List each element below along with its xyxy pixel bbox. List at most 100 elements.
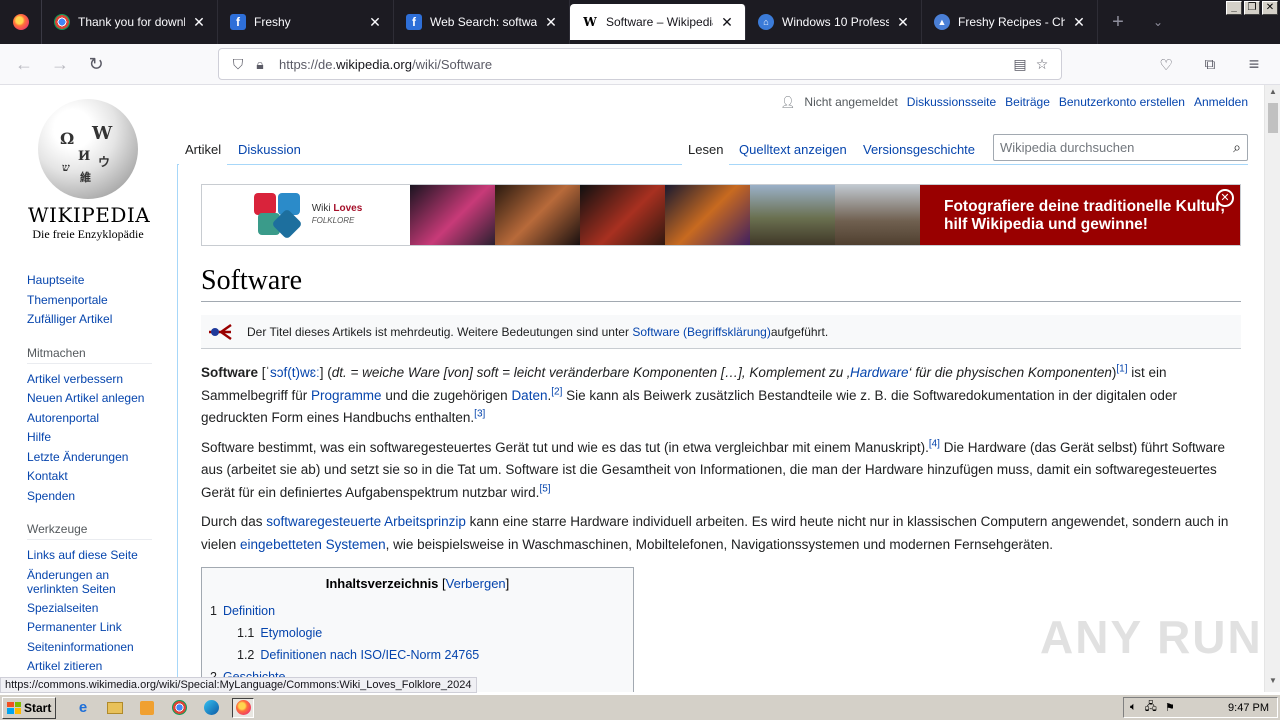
puzzle-heart-icon	[250, 191, 306, 240]
restore-icon[interactable]: ❐	[1244, 1, 1260, 15]
sidebar-link[interactable]: Autorenportal	[27, 409, 167, 429]
toc-item[interactable]: 1 Definition	[210, 600, 625, 622]
close-tab-icon[interactable]: ✕	[191, 14, 207, 31]
close-window-icon[interactable]: ✕	[1262, 1, 1278, 15]
sidebar-link[interactable]: Links auf diese Seite	[27, 546, 167, 566]
tracking-shield-icon[interactable]: ⛉	[227, 56, 249, 73]
network-icon[interactable]: 🖧	[1145, 698, 1157, 717]
flag-icon[interactable]: ⚑	[1165, 701, 1175, 714]
reference-link[interactable]: [5]	[539, 483, 550, 494]
banner-close-icon[interactable]: ✕	[1216, 189, 1234, 207]
reference-link[interactable]: [3]	[474, 409, 485, 420]
hamburger-menu-icon[interactable]: ≡	[1236, 49, 1272, 81]
clock[interactable]: 9:47 PM	[1228, 702, 1269, 714]
close-tab-icon[interactable]: ✕	[543, 14, 559, 31]
anyrun-watermark: ANY RUN	[1040, 611, 1263, 663]
edge-icon[interactable]	[200, 698, 222, 718]
scroll-up-icon[interactable]: ▲	[1265, 87, 1280, 101]
sidebar-link[interactable]: Änderungen an verlinkten Seiten	[27, 566, 127, 599]
tab-view-source[interactable]: Quelltext anzeigen	[733, 133, 853, 165]
sidebar-link[interactable]: Themenportale	[27, 291, 167, 311]
sidebar-link[interactable]: Neuen Artikel anlegen	[27, 389, 167, 409]
reference-link[interactable]: [2]	[551, 386, 562, 397]
talk-page-link[interactable]: Diskussionsseite	[907, 95, 996, 109]
wikipedia-logo[interactable]: Ω W И ウ ש 維 WIKIPEDIA Die freie Enzyklop…	[28, 99, 150, 242]
sidebar-link[interactable]: Spezialseiten	[27, 599, 167, 619]
back-arrow-icon[interactable]: ←	[6, 48, 42, 80]
paragraph: Durch das softwaregesteuerte Arbeitsprin…	[201, 511, 1241, 556]
search-icon[interactable]: ⌕	[1233, 139, 1241, 156]
sidebar-link[interactable]: Hauptseite	[27, 271, 167, 291]
reference-link[interactable]: [4]	[929, 438, 940, 449]
browser-tab[interactable]: ▲ Freshy Recipes - Chinese ✕	[922, 0, 1098, 44]
toc-number: 1.2	[237, 648, 255, 662]
browser-tab[interactable]: ⌂ Windows 10 Professional ✕	[746, 0, 922, 44]
volume-icon[interactable]: 🔈︎	[1130, 701, 1137, 714]
new-tab-plus-icon[interactable]: +	[1098, 0, 1138, 44]
firefox-taskbar-icon[interactable]	[232, 697, 254, 718]
close-tab-icon[interactable]: ✕	[367, 14, 383, 31]
url-bar[interactable]: ⛉ 🔒︎ https://de.wikipedia.org/wiki/Softw…	[218, 48, 1062, 80]
banner-photo	[665, 185, 750, 245]
login-link[interactable]: Anmelden	[1194, 95, 1248, 109]
embedded-systems-link[interactable]: eingebetteten Systemen	[240, 537, 386, 552]
hardware-link[interactable]: Hardware	[850, 365, 909, 380]
minimize-icon[interactable]: _	[1226, 1, 1242, 15]
pocket-icon[interactable]: ♡	[1148, 49, 1184, 81]
disambiguation-link[interactable]: Software (Begriffsklärung)	[632, 325, 771, 339]
create-account-link[interactable]: Benutzerkonto erstellen	[1059, 95, 1185, 109]
list-all-tabs-chevron-icon[interactable]: ⌄	[1138, 0, 1178, 44]
browser-tab-active[interactable]: W Software – Wikipedia ✕	[570, 4, 746, 40]
folder-icon[interactable]	[104, 698, 126, 718]
tab-history[interactable]: Versionsgeschichte	[857, 133, 981, 165]
toc-item[interactable]: 1.2 Definitionen nach ISO/IEC-Norm 24765	[210, 644, 625, 666]
close-tab-icon[interactable]: ✕	[719, 14, 735, 31]
sidebar-link[interactable]: Kontakt	[27, 467, 167, 487]
sidebar-link[interactable]: Permanenter Link	[27, 618, 167, 638]
chrome-taskbar-icon[interactable]	[168, 698, 190, 718]
toc-item[interactable]: 1.1 Etymologie	[210, 622, 625, 644]
sidebar-link[interactable]: Zufälliger Artikel	[27, 310, 167, 330]
close-tab-icon[interactable]: ✕	[895, 14, 911, 31]
wlf-word-bold: Loves	[333, 203, 363, 214]
tab-read[interactable]: Lesen	[682, 133, 730, 165]
banner-cta-text[interactable]: Fotografiere deine traditionelle Kultur,…	[920, 185, 1240, 245]
sidebar-link[interactable]: Letzte Änderungen	[27, 448, 167, 468]
close-tab-icon[interactable]: ✕	[1071, 14, 1087, 31]
browser-tab[interactable]: f Web Search: software ✕	[394, 0, 570, 44]
forward-arrow-icon[interactable]: →	[42, 48, 78, 80]
internet-explorer-icon[interactable]: e	[72, 698, 94, 718]
sidebar-link[interactable]: Seiteninformationen	[27, 638, 167, 658]
tab-discussion[interactable]: Diskussion	[232, 133, 307, 165]
firefox-view-button[interactable]	[0, 0, 42, 44]
toc-toggle-link[interactable]: Verbergen	[446, 576, 506, 591]
reader-view-icon[interactable]: ▤	[1009, 56, 1031, 73]
ipa-link[interactable]: sɔf(t)wɛː	[270, 365, 320, 380]
tab-article[interactable]: Artikel	[179, 133, 228, 165]
programme-link[interactable]: Programme	[311, 388, 382, 403]
page-scrollbar[interactable]: ▲ ▼	[1264, 85, 1280, 692]
arbeitsprinzip-link[interactable]: softwaregesteuerte Arbeitsprinzip	[266, 514, 466, 529]
browser-tab[interactable]: f Freshy ✕	[218, 0, 394, 44]
wiki-loves-folklore-banner[interactable]: Wiki Loves FOLKLORE Fotografiere deine t…	[201, 184, 1241, 246]
sidebar-link[interactable]: Spenden	[27, 487, 167, 507]
scroll-down-icon[interactable]: ▼	[1265, 676, 1280, 690]
bookmark-star-icon[interactable]: ☆	[1031, 56, 1053, 73]
reference-link[interactable]: [1]	[1116, 364, 1127, 375]
reload-icon[interactable]: ↻	[78, 48, 114, 80]
sidebar-link[interactable]: Artikel zitieren	[27, 657, 167, 677]
user-icon: 👤︎	[780, 95, 796, 109]
scrollbar-thumb[interactable]	[1268, 103, 1278, 133]
lock-icon[interactable]: 🔒︎	[249, 56, 271, 73]
contributions-link[interactable]: Beiträge	[1005, 95, 1050, 109]
sidebar-link[interactable]: Hilfe	[27, 428, 167, 448]
start-button[interactable]: Start	[2, 696, 56, 719]
url-text[interactable]: https://de.wikipedia.org/wiki/Software	[279, 57, 1009, 72]
sidebar-link[interactable]: Artikel verbessern	[27, 370, 167, 390]
media-player-icon[interactable]	[136, 698, 158, 718]
extensions-icon[interactable]: ⧉	[1192, 49, 1228, 81]
search-input[interactable]	[1000, 140, 1234, 155]
url-domain: wikipedia.org	[336, 56, 412, 72]
daten-link[interactable]: Daten	[511, 388, 547, 403]
browser-tab[interactable]: Thank you for downloadi ✕	[42, 0, 218, 44]
